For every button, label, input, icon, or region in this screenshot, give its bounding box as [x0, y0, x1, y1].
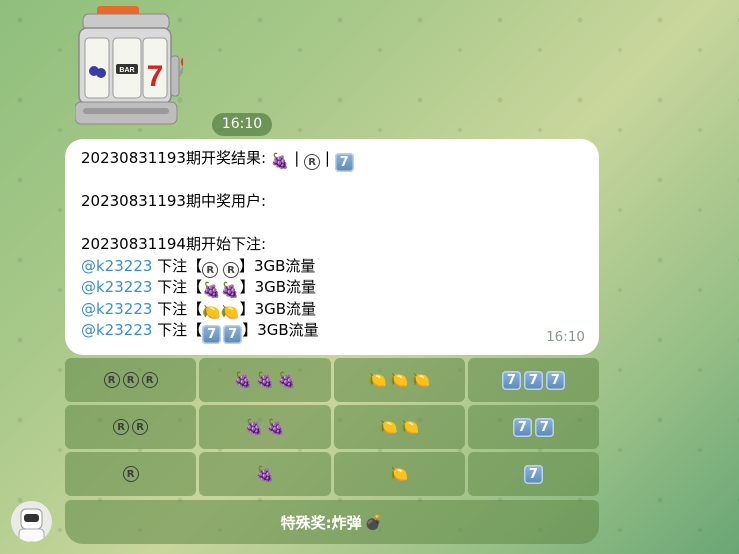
seven-icon: 7: [523, 464, 543, 484]
bet-line: @k23223 下注【🍇🍇】3GB流量: [81, 277, 583, 299]
bot-avatar[interactable]: [11, 501, 52, 542]
seven-icon: 7: [202, 325, 222, 344]
bet-button-grapes-x1[interactable]: 🍇: [199, 452, 331, 496]
user-mention[interactable]: @k23223: [81, 257, 152, 275]
registered-icon: R: [202, 261, 219, 278]
lemon-icon: 🍋: [378, 418, 398, 436]
bet-button-seven-x3[interactable]: 777: [467, 358, 599, 402]
bet-button-lemon-x1[interactable]: 🍋: [333, 452, 465, 496]
svg-text:7: 7: [147, 60, 164, 93]
seven-icon: 7: [523, 370, 543, 390]
registered-icon: R: [122, 372, 139, 388]
result-text: 20230831193期开奖结果:: [81, 149, 271, 167]
robot-icon: [18, 508, 45, 542]
bet-button-r-symbol-x1[interactable]: R: [65, 452, 197, 496]
seven-icon: 7: [545, 370, 565, 390]
grapes-icon: 🍇: [255, 465, 275, 483]
sticker-time: 16:10: [212, 113, 272, 136]
bet-button-r-symbol-x3[interactable]: RRR: [65, 358, 197, 402]
bet-button-grapes-x2[interactable]: 🍇 🍇: [199, 405, 331, 449]
registered-icon: R: [304, 154, 321, 170]
svg-text:BAR: BAR: [119, 67, 134, 74]
special-prize-label: 特殊奖:炸弹: [280, 513, 362, 532]
user-mention[interactable]: @k23223: [81, 321, 152, 339]
bet-line: @k23223 下注【 R R 】3GB流量: [81, 256, 316, 278]
lemon-icon: 🍋: [400, 418, 420, 436]
lemon-icon: 🍋: [368, 371, 387, 389]
user-mention[interactable]: @k23223: [81, 300, 152, 318]
registered-icon: R: [103, 372, 120, 388]
bet-button-lemon-x2[interactable]: 🍋 🍋: [333, 405, 465, 449]
inline-keyboard: R R R 🍇 🍇 🍇 🍋 🍋 🍋 7 7 7 R R 🍇 🍇 🍋 🍋 7 7 R 🍇 🍋 7 特殊奖:炸弹 💣: [65, 358, 599, 544]
message-bubble[interactable]: 20230831193期开奖结果: 🍇 | R | 7 20230831193期…: [65, 139, 599, 355]
user-mention[interactable]: @k23223: [81, 278, 152, 296]
bet-button-seven-x2[interactable]: 77: [467, 405, 599, 449]
registered-icon: R: [141, 372, 158, 388]
lemon-icon: 🍋: [389, 371, 409, 389]
seven-icon: 7: [512, 417, 532, 437]
grapes-icon: 🍇: [266, 418, 286, 436]
slot-machine-sticker[interactable]: BAR 7: [75, 6, 183, 128]
bomb-icon: 💣: [364, 513, 384, 531]
lemon-icon: 🍋: [411, 371, 431, 389]
registered-icon: R: [113, 419, 130, 435]
bet-button-grapes-x3[interactable]: 🍇 🍇 🍇: [199, 358, 331, 402]
start-betting-line: 20230831194期开始下注:: [81, 235, 267, 253]
seven-icon: 7: [223, 325, 243, 344]
special-prize-button[interactable]: 特殊奖:炸弹 💣: [65, 500, 599, 544]
grapes-icon: 🍇: [277, 371, 296, 389]
seven-icon: 7: [534, 417, 554, 437]
winners-line: 20230831193期中奖用户:: [81, 192, 267, 210]
bet-line: @k23223 下注【🍋🍋】3GB流量: [81, 299, 583, 321]
registered-icon: R: [222, 261, 239, 278]
grapes-icon: 🍇: [255, 371, 275, 389]
grapes-icon: 🍇: [244, 418, 264, 436]
message-time: 16:10: [546, 328, 585, 345]
bet-line: @k23223 下注【 7 7 】3GB流量: [81, 321, 319, 344]
seven-icon: 7: [501, 370, 521, 390]
registered-icon: R: [122, 466, 139, 482]
seven-icon: 7: [334, 153, 354, 172]
grapes-icon: 🍇: [270, 152, 290, 170]
bet-button-seven-x1[interactable]: 7: [467, 452, 599, 496]
result-line: 20230831193期开奖结果: 🍇 | R | 7: [81, 148, 583, 172]
bet-button-r-symbol-x2[interactable]: RR: [65, 405, 197, 449]
registered-icon: R: [132, 419, 149, 435]
lemon-icon: 🍋: [389, 465, 409, 483]
bet-button-lemon-x3[interactable]: 🍋 🍋 🍋: [333, 358, 465, 402]
grapes-icon: 🍇: [233, 371, 253, 389]
